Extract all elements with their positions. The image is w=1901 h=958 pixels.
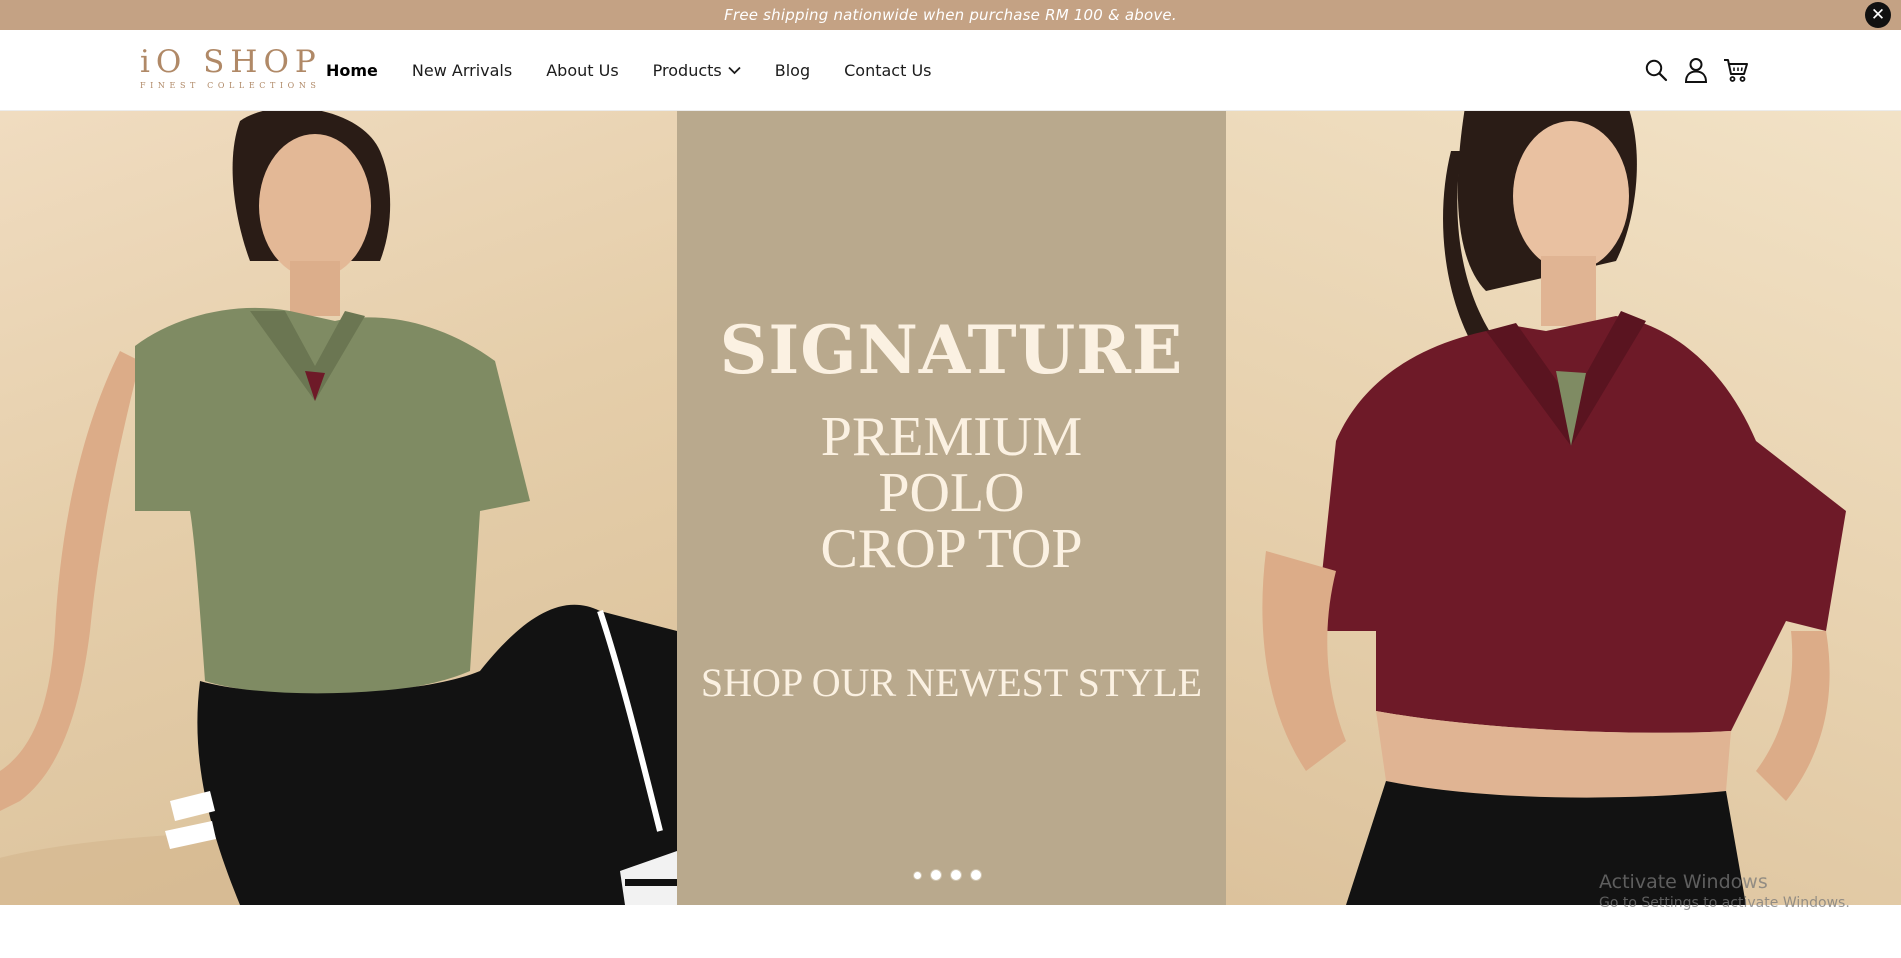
nav-label: Contact Us — [844, 61, 932, 80]
watermark-title: Activate Windows — [1599, 871, 1768, 893]
nav-item-blog[interactable]: Blog — [775, 61, 810, 80]
user-icon[interactable] — [1680, 54, 1712, 86]
announcement-bar: Free shipping nationwide when purchase R… — [0, 0, 1901, 30]
slider-dot-4[interactable] — [970, 869, 982, 881]
model-olive-top-illustration — [0, 111, 677, 905]
close-icon[interactable]: ✕ — [1865, 2, 1891, 28]
slider-dot-2[interactable] — [930, 869, 942, 881]
nav-item-contact-us[interactable]: Contact Us — [844, 61, 931, 80]
slider-dots — [913, 869, 990, 881]
chevron-down-icon — [728, 66, 741, 75]
logo-text: iO SHOP — [140, 44, 322, 80]
nav-label: Blog — [774, 61, 811, 80]
model-burgundy-top-illustration — [1262, 111, 1846, 905]
hero-photo-right — [1226, 111, 1901, 905]
slider-dot-1[interactable] — [913, 870, 922, 880]
nav-label: Home — [326, 61, 378, 80]
nav-item-about-us[interactable]: About Us — [546, 61, 618, 80]
logo-tagline: FINEST COLLECTIONS — [140, 81, 321, 90]
hero-text-panel: SIGNATURE PREMIUM POLO CROP TOP SHOP OUR… — [677, 111, 1226, 905]
nav-item-products[interactable]: Products — [653, 61, 741, 80]
nav-item-home[interactable]: Home — [326, 61, 378, 80]
search-icon[interactable] — [1640, 54, 1672, 86]
hero-headline: SIGNATURE — [719, 311, 1184, 389]
cart-icon[interactable] — [1720, 54, 1752, 86]
main-nav: Home New Arrivals About Us Products Blog… — [326, 30, 966, 111]
windows-activation-watermark: Activate Windows Go to Settings to activ… — [1599, 871, 1850, 911]
hero-banner[interactable]: SIGNATURE PREMIUM POLO CROP TOP SHOP OUR… — [0, 111, 1901, 905]
hero-photo-left — [0, 111, 677, 905]
nav-label: New Arrivals — [411, 61, 513, 80]
nav-label: Products — [652, 61, 722, 80]
hero-line-polo: POLO — [878, 462, 1025, 524]
slider-dot-3[interactable] — [950, 869, 962, 881]
hero-line-crop-top: CROP TOP — [820, 518, 1083, 580]
header-icons — [1640, 54, 1760, 86]
hero-line-premium: PREMIUM — [820, 406, 1083, 468]
logo[interactable]: iO SHOP FINEST COLLECTIONS — [140, 44, 322, 93]
announcement-text: Free shipping nationwide when purchase R… — [724, 6, 1177, 24]
watermark-subtitle: Go to Settings to activate Windows. — [1599, 895, 1850, 911]
hero-cta-text[interactable]: SHOP OUR NEWEST STYLE — [677, 659, 1226, 706]
site-header: iO SHOP FINEST COLLECTIONS Home New Arri… — [0, 30, 1901, 111]
nav-item-new-arrivals[interactable]: New Arrivals — [412, 61, 512, 80]
nav-label: About Us — [546, 61, 619, 80]
